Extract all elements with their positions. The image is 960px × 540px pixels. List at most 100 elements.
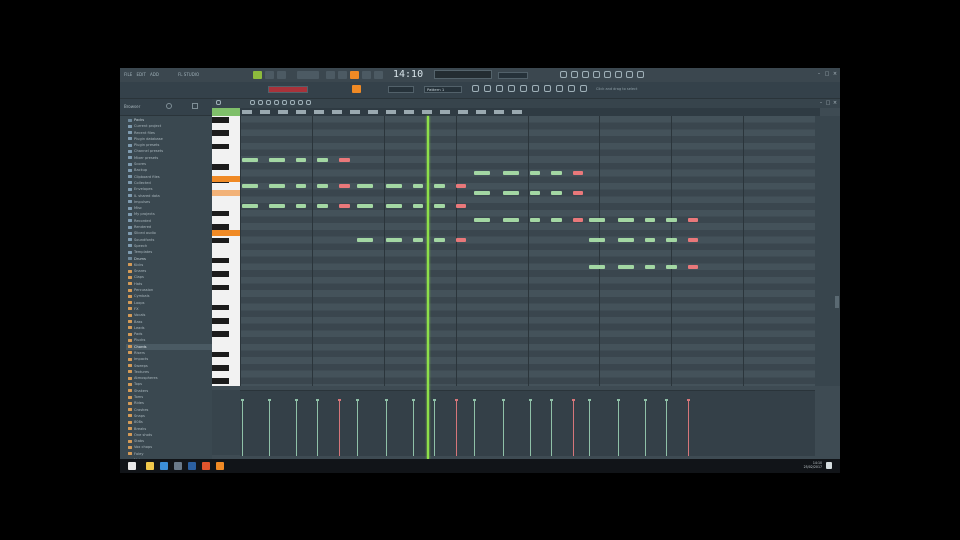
snap-select[interactable] (388, 86, 414, 93)
countdown-icon[interactable] (556, 85, 563, 92)
black-key[interactable] (212, 364, 229, 371)
black-key[interactable] (212, 351, 229, 358)
note[interactable] (572, 170, 584, 175)
note[interactable] (357, 184, 373, 189)
note[interactable] (434, 237, 445, 242)
piano-roll-close-button[interactable]: × (832, 100, 838, 106)
note[interactable] (242, 204, 258, 209)
menu-add[interactable]: ADD (150, 72, 159, 77)
piano-roll-menu-icon[interactable] (216, 100, 221, 105)
pencil-tool-icon[interactable] (250, 100, 255, 105)
note[interactable] (339, 157, 350, 162)
note[interactable] (551, 191, 562, 195)
note[interactable] (502, 170, 519, 175)
note[interactable] (295, 157, 307, 162)
note[interactable] (434, 204, 445, 209)
metronome-button[interactable] (350, 71, 359, 79)
note[interactable] (502, 217, 519, 222)
note[interactable] (357, 237, 373, 242)
piano-roll-maximize-button[interactable]: □ (825, 100, 831, 106)
velocity-bar[interactable] (356, 399, 359, 456)
chrome-icon[interactable] (202, 462, 210, 470)
note[interactable] (295, 184, 307, 189)
edge-icon[interactable] (160, 462, 168, 470)
note[interactable] (617, 264, 634, 269)
note[interactable] (572, 191, 584, 195)
black-key[interactable] (212, 130, 229, 137)
velocity-bar[interactable] (550, 399, 554, 456)
note[interactable] (473, 217, 490, 222)
menu-edit[interactable]: EDIT (137, 72, 146, 77)
store-icon[interactable] (174, 462, 182, 470)
black-key[interactable] (212, 284, 229, 291)
note[interactable] (644, 217, 656, 222)
black-key[interactable] (212, 210, 229, 217)
record-button[interactable] (277, 71, 286, 79)
note[interactable] (317, 204, 329, 209)
note[interactable] (529, 191, 541, 195)
velocity-bar[interactable] (454, 399, 458, 456)
search-icon[interactable] (166, 103, 172, 109)
note[interactable] (666, 237, 677, 242)
scrollbar-thumb[interactable] (835, 296, 839, 308)
velocity-bar[interactable] (433, 399, 437, 456)
note[interactable] (385, 237, 402, 242)
paint-tool-icon[interactable] (258, 100, 263, 105)
record-mode-button[interactable] (362, 71, 371, 79)
media-icon[interactable] (188, 462, 196, 470)
link-icon[interactable] (532, 85, 539, 92)
note[interactable] (588, 217, 605, 222)
note[interactable] (529, 170, 541, 175)
note[interactable] (385, 184, 402, 189)
note[interactable] (412, 204, 424, 209)
velocity-bar[interactable] (643, 399, 647, 456)
note[interactable] (268, 184, 285, 189)
note[interactable] (242, 157, 258, 162)
active-key[interactable] (212, 176, 240, 183)
pattern-add-icon[interactable] (472, 85, 479, 92)
velocity-bar[interactable] (472, 399, 476, 456)
view-options-icon[interactable] (192, 103, 198, 109)
black-key[interactable] (212, 257, 229, 264)
black-key[interactable] (212, 143, 229, 150)
black-key[interactable] (212, 237, 229, 244)
note[interactable] (473, 191, 490, 195)
note[interactable] (666, 264, 677, 269)
note[interactable] (295, 204, 307, 209)
velocity-bar[interactable] (384, 399, 388, 456)
playhead[interactable] (426, 116, 429, 459)
note[interactable] (687, 237, 699, 242)
playlist-icon[interactable] (560, 71, 567, 78)
notification-icon[interactable] (826, 462, 832, 469)
stop-button[interactable] (265, 71, 274, 79)
windows-start-icon[interactable] (128, 462, 136, 470)
velocity-bar[interactable] (241, 399, 244, 456)
black-key[interactable] (212, 163, 229, 170)
note[interactable] (502, 191, 519, 195)
song-mode-button[interactable] (338, 71, 347, 79)
menu-bar[interactable]: FILE EDIT ADD (124, 72, 159, 77)
active-key[interactable] (212, 189, 240, 196)
pattern-clone-icon[interactable] (484, 85, 491, 92)
note[interactable] (588, 264, 605, 269)
velocity-bar[interactable] (267, 399, 271, 456)
browser-icon[interactable] (615, 71, 622, 78)
black-key[interactable] (212, 271, 229, 277)
note[interactable] (357, 204, 373, 209)
play-button[interactable] (253, 71, 262, 79)
note[interactable] (317, 184, 329, 189)
note-grid[interactable] (240, 116, 816, 386)
velocity-bar[interactable] (616, 399, 620, 456)
black-key[interactable] (212, 378, 229, 384)
note[interactable] (455, 184, 467, 189)
wait-icon[interactable] (544, 85, 551, 92)
mute-tool-icon[interactable] (274, 100, 279, 105)
note[interactable] (385, 204, 402, 209)
help-icon[interactable] (637, 71, 644, 78)
black-key[interactable] (212, 331, 229, 338)
tray-clock[interactable]: 14:10 25/02/2017 (792, 461, 822, 469)
velocity-bar[interactable] (411, 399, 415, 456)
velocity-bar[interactable] (571, 399, 575, 456)
note[interactable] (551, 217, 562, 222)
timeline-ruler[interactable] (240, 108, 820, 116)
